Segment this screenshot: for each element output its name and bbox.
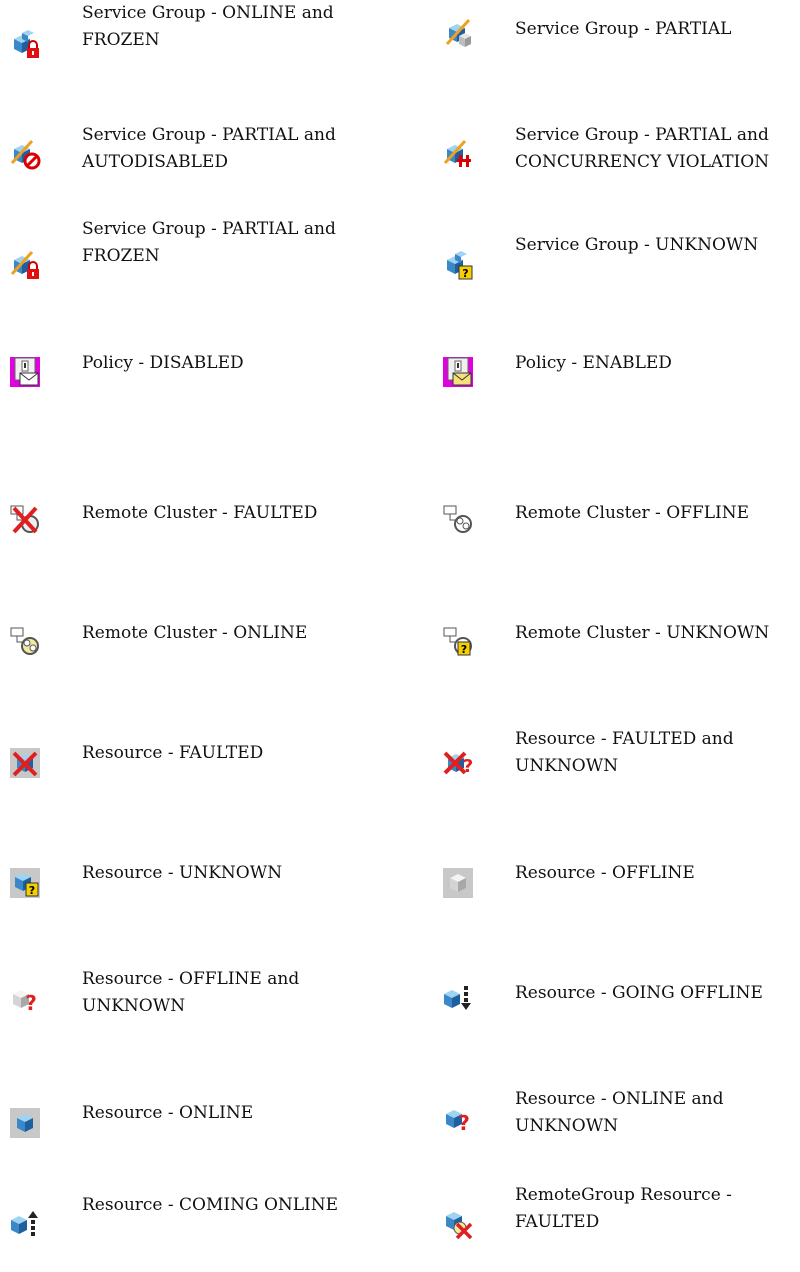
policy-enabled-icon xyxy=(441,355,475,389)
sg-partial-autodisabled-icon xyxy=(8,137,42,171)
resource-unknown-icon: ? xyxy=(8,866,42,900)
legend-item: Resource - COMING ONLINE xyxy=(0,1172,400,1272)
legend-label: RemoteGroup Resource - FAULTED xyxy=(515,1185,732,1232)
legend-row: Resource - FAULTED ? Resource - FAULTED … xyxy=(0,716,800,816)
sg-unknown-icon: ? xyxy=(441,248,475,282)
sg-partial-icon xyxy=(441,16,475,50)
legend-label: Service Group - UNKNOWN xyxy=(515,235,759,255)
legend-label: Service Group - ONLINE and FROZEN xyxy=(82,3,334,50)
legend-item: Service Group - PARTIAL and FROZEN xyxy=(0,216,400,316)
resource-offline-icon xyxy=(441,866,475,900)
sg-online-frozen-icon xyxy=(8,27,42,61)
remote-cluster-faulted-icon xyxy=(8,502,42,536)
legend-item: Policy - DISABLED xyxy=(0,326,400,426)
remotegroup-resource-faulted-icon xyxy=(441,1206,475,1240)
legend-label: Resource - ONLINE and UNKNOWN xyxy=(515,1089,724,1136)
legend-item: Policy - ENABLED xyxy=(433,326,800,426)
remote-cluster-online-icon xyxy=(8,624,42,658)
legend-item: Service Group - PARTIAL and CONCURRENCY … xyxy=(433,112,800,212)
svg-text:?: ? xyxy=(461,643,467,656)
legend-label: Resource - FAULTED and UNKNOWN xyxy=(515,729,734,776)
legend-label: Resource - OFFLINE and UNKNOWN xyxy=(82,969,300,1016)
legend-item: ? Service Group - UNKNOWN xyxy=(433,216,800,316)
legend-label: Resource - COMING ONLINE xyxy=(82,1195,339,1215)
resource-online-unknown-icon: ? xyxy=(441,1102,475,1136)
legend-label: Service Group - PARTIAL and CONCURRENCY … xyxy=(515,125,770,172)
svg-text:?: ? xyxy=(463,756,473,777)
resource-going-offline-icon xyxy=(441,982,475,1016)
legend-label: Service Group - PARTIAL and FROZEN xyxy=(82,219,336,266)
legend-label: Service Group - PARTIAL and AUTODISABLED xyxy=(82,125,336,172)
svg-text:?: ? xyxy=(458,1111,470,1135)
legend-item: Service Group - ONLINE and FROZEN xyxy=(0,0,400,100)
legend-row: Service Group - ONLINE and FROZEN Servic… xyxy=(0,0,800,100)
legend-item: Remote Cluster - OFFLINE xyxy=(433,476,800,576)
policy-disabled-icon xyxy=(8,355,42,389)
legend-row: Resource - COMING ONLINE RemoteGroup Res… xyxy=(0,1172,800,1272)
legend-row: Service Group - PARTIAL and FROZEN ? Ser… xyxy=(0,216,800,316)
resource-faulted-icon xyxy=(8,746,42,780)
remote-cluster-offline-icon xyxy=(441,502,475,536)
legend-label: Resource - OFFLINE xyxy=(515,863,695,883)
resource-coming-online-icon xyxy=(8,1208,42,1242)
legend-item: ? Resource - OFFLINE and UNKNOWN xyxy=(0,956,400,1056)
legend-row: ? Resource - UNKNOWN Resource - OFFLINE xyxy=(0,836,800,936)
legend-row: Policy - DISABLED Policy - ENABLED xyxy=(0,326,800,426)
legend-row: Remote Cluster - ONLINE ? Remote Cluster… xyxy=(0,596,800,696)
legend-label: Remote Cluster - OFFLINE xyxy=(515,503,750,523)
legend-item: Remote Cluster - FAULTED xyxy=(0,476,400,576)
legend-label: Policy - ENABLED xyxy=(515,353,672,373)
legend-row: Remote Cluster - FAULTED Remote Cluster … xyxy=(0,476,800,576)
legend-item: ? Remote Cluster - UNKNOWN xyxy=(433,596,800,696)
legend-item: Resource - ONLINE xyxy=(0,1076,400,1176)
legend-item: ? Resource - UNKNOWN xyxy=(0,836,400,936)
legend-item: ? Resource - ONLINE and UNKNOWN xyxy=(433,1076,800,1176)
legend-row: Resource - ONLINE ? Resource - ONLINE an… xyxy=(0,1076,800,1176)
legend-item: ? Resource - FAULTED and UNKNOWN xyxy=(433,716,800,816)
legend-label: Policy - DISABLED xyxy=(82,353,244,373)
legend-label: Service Group - PARTIAL xyxy=(515,19,732,39)
legend-label: Resource - ONLINE xyxy=(82,1103,254,1123)
svg-text:?: ? xyxy=(25,991,37,1015)
resource-faulted-unknown-icon: ? xyxy=(441,746,475,780)
legend-label: Remote Cluster - FAULTED xyxy=(82,503,318,523)
legend-item: Service Group - PARTIAL xyxy=(433,0,800,100)
legend-row: ? Resource - OFFLINE and UNKNOWN Resourc… xyxy=(0,956,800,1056)
svg-text:?: ? xyxy=(29,884,35,897)
legend-item: Resource - GOING OFFLINE xyxy=(433,956,800,1056)
legend-label: Remote Cluster - ONLINE xyxy=(82,623,308,643)
sg-partial-concurrency-icon xyxy=(441,137,475,171)
svg-text:?: ? xyxy=(462,267,468,280)
legend-item: Resource - FAULTED xyxy=(0,716,400,816)
sg-partial-frozen-icon xyxy=(8,248,42,282)
legend-label: Resource - GOING OFFLINE xyxy=(515,983,763,1003)
resource-offline-unknown-icon: ? xyxy=(8,982,42,1016)
legend-row: Service Group - PARTIAL and AUTODISABLED… xyxy=(0,112,800,212)
legend-item: Remote Cluster - ONLINE xyxy=(0,596,400,696)
legend-label: Remote Cluster - UNKNOWN xyxy=(515,623,770,643)
legend-label: Resource - UNKNOWN xyxy=(82,863,283,883)
resource-online-icon xyxy=(8,1106,42,1140)
legend-label: Resource - FAULTED xyxy=(82,743,264,763)
legend-item: Service Group - PARTIAL and AUTODISABLED xyxy=(0,112,400,212)
legend-item: Resource - OFFLINE xyxy=(433,836,800,936)
remote-cluster-unknown-icon: ? xyxy=(441,624,475,658)
legend-item: RemoteGroup Resource - FAULTED xyxy=(433,1172,800,1272)
